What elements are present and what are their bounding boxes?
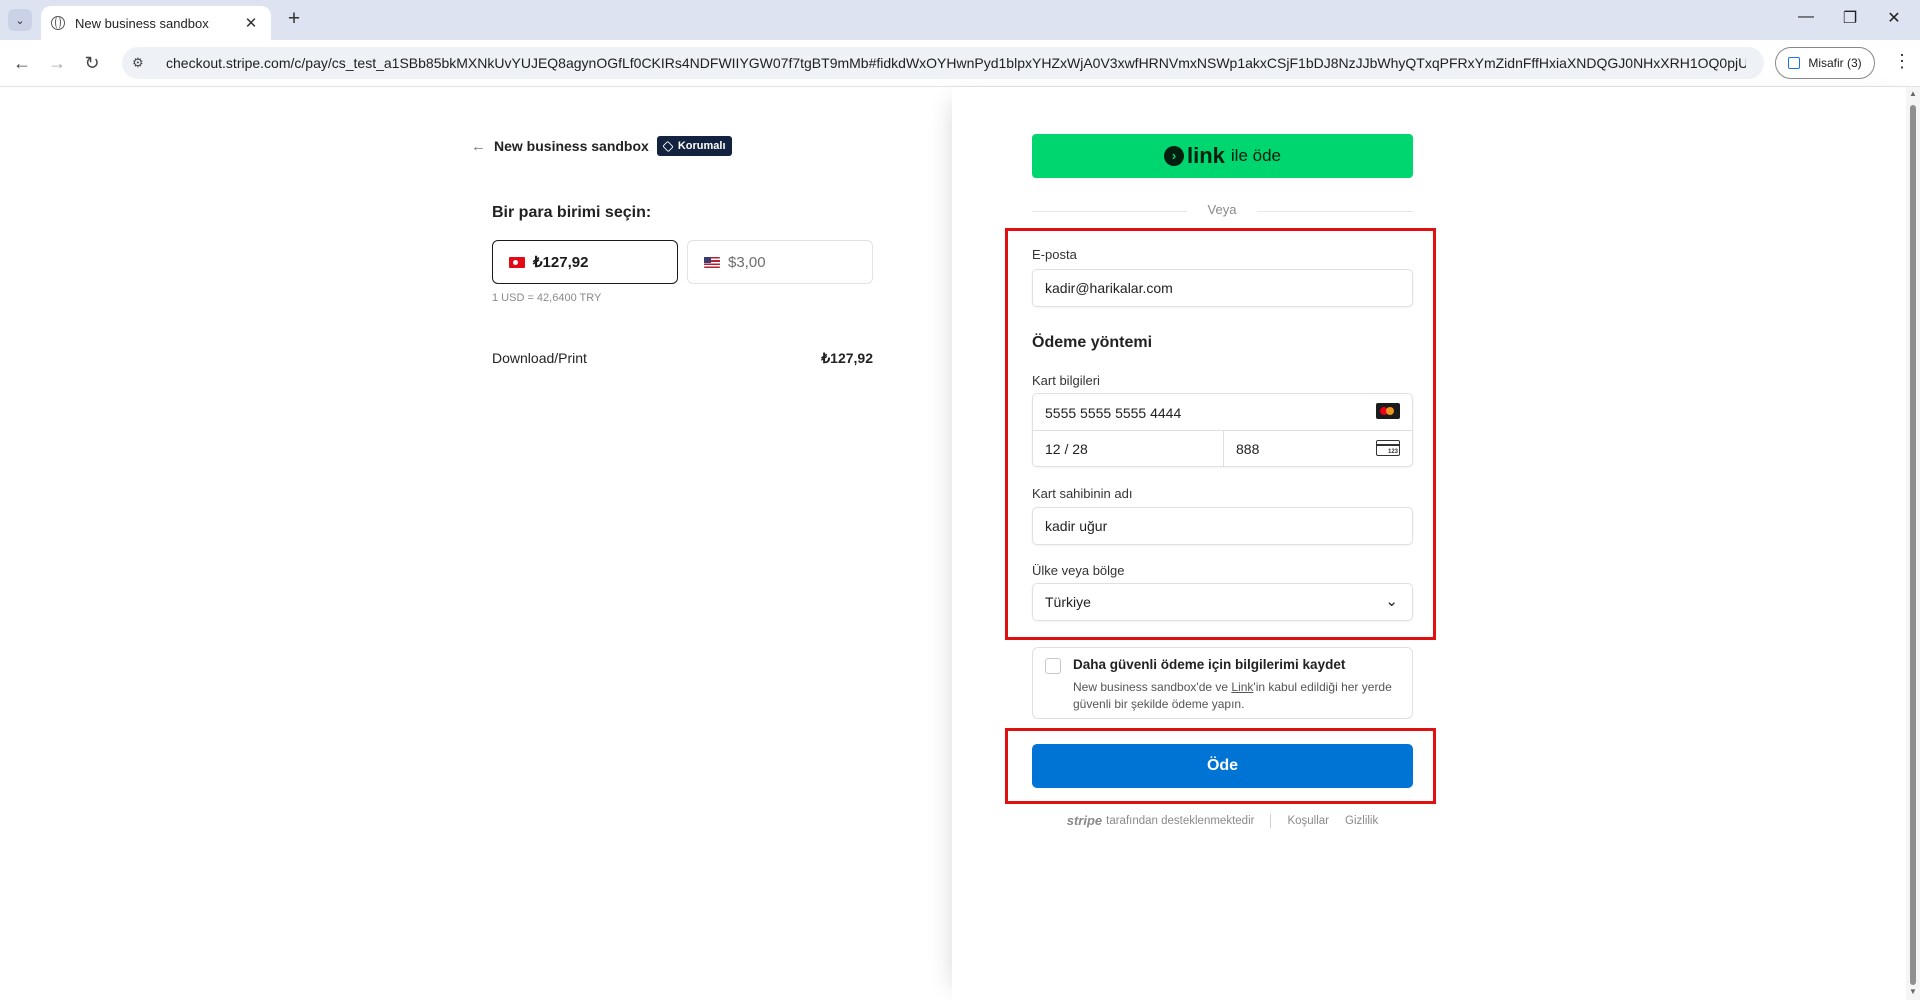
- link-terms-link[interactable]: Link: [1231, 680, 1253, 694]
- exchange-rate: 1 USD = 42,6400 TRY: [492, 292, 602, 304]
- browser-menu-icon[interactable]: ⋮: [1893, 51, 1911, 72]
- scrollbar-thumb[interactable]: [1910, 105, 1916, 985]
- line-item-name: Download/Print: [492, 350, 587, 366]
- reload-button[interactable]: ↻: [80, 52, 104, 76]
- url-text[interactable]: checkout.stripe.com/c/pay/cs_test_a1SBb8…: [166, 55, 1746, 71]
- pay-button[interactable]: Öde: [1032, 744, 1413, 788]
- pay-with-link-label: ile öde: [1230, 146, 1281, 165]
- card-expiry-field[interactable]: 12 / 28: [1045, 441, 1088, 457]
- or-divider-text: Veya: [1187, 202, 1257, 217]
- card-number-field[interactable]: 5555 5555 5555 4444: [1045, 405, 1181, 421]
- profile-button[interactable]: Misafir (3): [1775, 47, 1875, 79]
- globe-icon: [51, 16, 65, 30]
- pay-with-link-button[interactable]: › link ile öde: [1032, 134, 1413, 178]
- currency-option-try-label: ₺127,92: [533, 254, 589, 271]
- tab-title: New business sandbox: [75, 15, 209, 31]
- back-button[interactable]: ←: [10, 52, 34, 76]
- tab-close-icon[interactable]: ✕: [239, 14, 263, 32]
- email-label: E-posta: [1032, 247, 1077, 262]
- sandbox-badge-label: Korumalı: [677, 140, 726, 152]
- site-info-icon[interactable]: ⚙: [132, 55, 152, 71]
- window-restore-button[interactable]: ❐: [1830, 8, 1870, 28]
- chevron-down-icon: ⌄: [1385, 593, 1398, 610]
- window-close-button[interactable]: ✕: [1874, 8, 1914, 28]
- email-field[interactable]: kadir@harikalar.com: [1032, 269, 1413, 307]
- stripe-footer: stripe tarafından desteklenmektedir Koşu…: [1032, 813, 1413, 828]
- footer-separator: [1270, 813, 1272, 828]
- country-select-value: Türkiye: [1045, 594, 1091, 610]
- browser-tab-active[interactable]: New business sandbox ✕: [41, 6, 271, 40]
- checkout-page: ← New business sandbox Korumalı Bir para…: [0, 87, 1920, 1000]
- country-label: Ülke veya bölge: [1032, 563, 1125, 578]
- privacy-link[interactable]: Gizlilik: [1345, 815, 1378, 827]
- browser-tab-strip: ⌄ New business sandbox ✕ + — ❐ ✕: [0, 0, 1920, 40]
- card-cvc-field[interactable]: 888: [1236, 441, 1259, 457]
- save-info-checkbox[interactable]: [1045, 658, 1061, 674]
- line-item-amount: ₺127,92: [821, 350, 873, 366]
- back-to-merchant-link[interactable]: ← New business sandbox Korumalı: [471, 136, 732, 156]
- tab-list-button[interactable]: ⌄: [8, 9, 32, 31]
- payment-method-title: Ödeme yöntemi: [1032, 334, 1153, 351]
- stripe-logo: stripe: [1066, 813, 1103, 828]
- address-bar[interactable]: ⚙ checkout.stripe.com/c/pay/cs_test_a1SB…: [122, 47, 1764, 79]
- line-item: Download/Print ₺127,92: [492, 350, 873, 367]
- link-chevron-icon: ›: [1163, 146, 1184, 166]
- save-info-description: New business sandbox'de ve Link'in kabul…: [1073, 679, 1403, 713]
- cvc-card-icon: 123: [1376, 440, 1400, 456]
- profile-icon: [1788, 57, 1801, 69]
- country-select[interactable]: Türkiye ⌄: [1032, 583, 1413, 621]
- cvc-icon-text: 123: [1387, 449, 1398, 455]
- sandbox-badge: Korumalı: [656, 136, 732, 156]
- currency-label: Bir para birimi seçin:: [492, 204, 652, 221]
- save-info-title: Daha güvenli ödeme için bilgilerimi kayd…: [1073, 657, 1346, 672]
- cardholder-label: Kart sahibinin adı: [1032, 486, 1133, 501]
- cardholder-name-field[interactable]: kadir uğur: [1032, 507, 1413, 545]
- card-info-label: Kart bilgileri: [1032, 373, 1100, 388]
- currency-option-try[interactable]: ₺127,92: [492, 240, 678, 284]
- url-host: checkout.stripe.com: [166, 55, 291, 71]
- sandbox-box-icon: [662, 140, 674, 152]
- card-separator-vertical: [1223, 430, 1224, 466]
- scroll-up-icon[interactable]: ▲: [1909, 89, 1917, 98]
- powered-by-text: tarafından desteklenmektedir: [1106, 814, 1255, 827]
- scroll-down-icon[interactable]: ▼: [1909, 987, 1917, 996]
- turkey-flag-icon: [509, 256, 525, 268]
- link-logo-text: link: [1186, 143, 1225, 168]
- merchant-name: New business sandbox: [494, 138, 649, 154]
- currency-option-usd[interactable]: $3,00: [687, 240, 873, 284]
- terms-link[interactable]: Koşullar: [1287, 815, 1329, 827]
- mastercard-icon: [1376, 403, 1400, 419]
- new-tab-button[interactable]: +: [282, 8, 306, 32]
- url-path: /c/pay/cs_test_a1SBb85bkMXNkUvYUJEQ8agyn…: [290, 55, 1747, 71]
- back-arrow-icon: ←: [471, 137, 486, 155]
- window-minimize-button[interactable]: —: [1786, 8, 1826, 26]
- us-flag-icon: [704, 256, 720, 268]
- forward-button[interactable]: →: [45, 52, 69, 76]
- page-scrollbar[interactable]: ▲ ▼: [1906, 87, 1920, 1000]
- browser-toolbar: ← → ↻ ⚙ checkout.stripe.com/c/pay/cs_tes…: [0, 40, 1920, 87]
- currency-option-usd-label: $3,00: [728, 253, 766, 271]
- save-info-box[interactable]: Daha güvenli ödeme için bilgilerimi kayd…: [1032, 647, 1413, 719]
- profile-label: Misafir (3): [1808, 56, 1862, 70]
- card-details-group: 5555 5555 5555 4444 12 / 28 888 123: [1032, 393, 1413, 467]
- save-info-desc-prefix: New business sandbox'de ve: [1073, 680, 1232, 694]
- link-logo: › link: [1163, 143, 1225, 169]
